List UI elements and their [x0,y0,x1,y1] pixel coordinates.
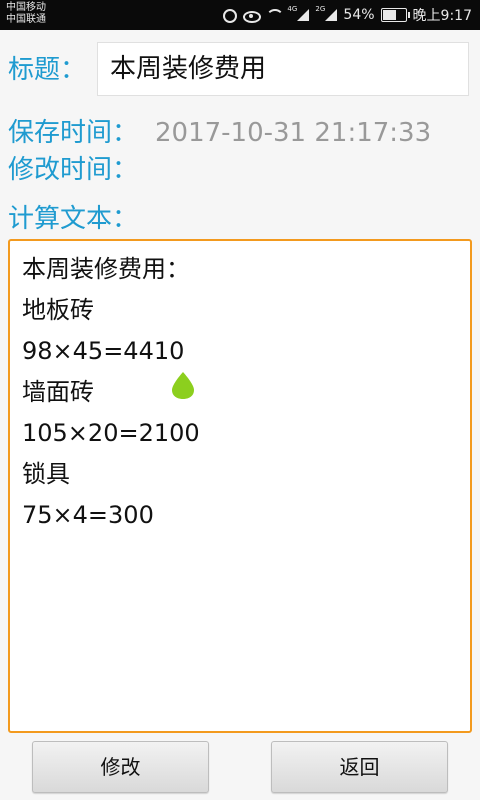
return-button[interactable]: 返回 [271,741,448,793]
carrier-2: 中国联通 [6,14,46,25]
calc-line: 锁具 [22,460,70,488]
status-bar: 中国移动 中国联通 4G 2G 54% 晚上9:17 [0,0,480,30]
eye-icon [243,7,262,23]
calc-line: 75×4=300 [22,501,154,529]
calc-text-label: 计算文本： [8,204,139,234]
title-label: 标题： [8,55,87,85]
modify-button[interactable]: 修改 [32,741,209,793]
modify-time-label: 修改时间： [8,155,139,185]
signal-icon: 2G [315,5,338,23]
carrier-1: 中国移动 [6,2,46,13]
calc-line: 105×20=2100 [22,419,200,447]
title-input[interactable]: 本周装修费用 [97,42,469,96]
calc-line: 本周装修费用： [22,255,190,283]
status-icons: 4G 2G 54% 晚上9:17 [221,0,472,30]
battery-icon [380,8,410,22]
calc-textarea[interactable]: 本周装修费用： 地板砖 98×45=4410 墙面砖 105×20=2100 锁… [8,239,472,733]
calc-line: 98×45=4410 [22,337,185,365]
text-cursor-handle-icon[interactable] [170,370,196,400]
carrier-info: 中国移动 中国联通 [6,2,46,26]
alarm-icon [221,7,238,23]
signal-icon: 4G [287,5,310,23]
calc-line: 墙面砖 [22,378,94,406]
save-time-value: 2017-10-31 21:17:33 [155,118,432,148]
battery-percent: 54% [343,7,375,23]
wifi-icon [265,7,285,23]
clock: 晚上9:17 [412,8,472,24]
save-time-label: 保存时间： [8,118,139,148]
calc-line: 地板砖 [22,296,94,324]
